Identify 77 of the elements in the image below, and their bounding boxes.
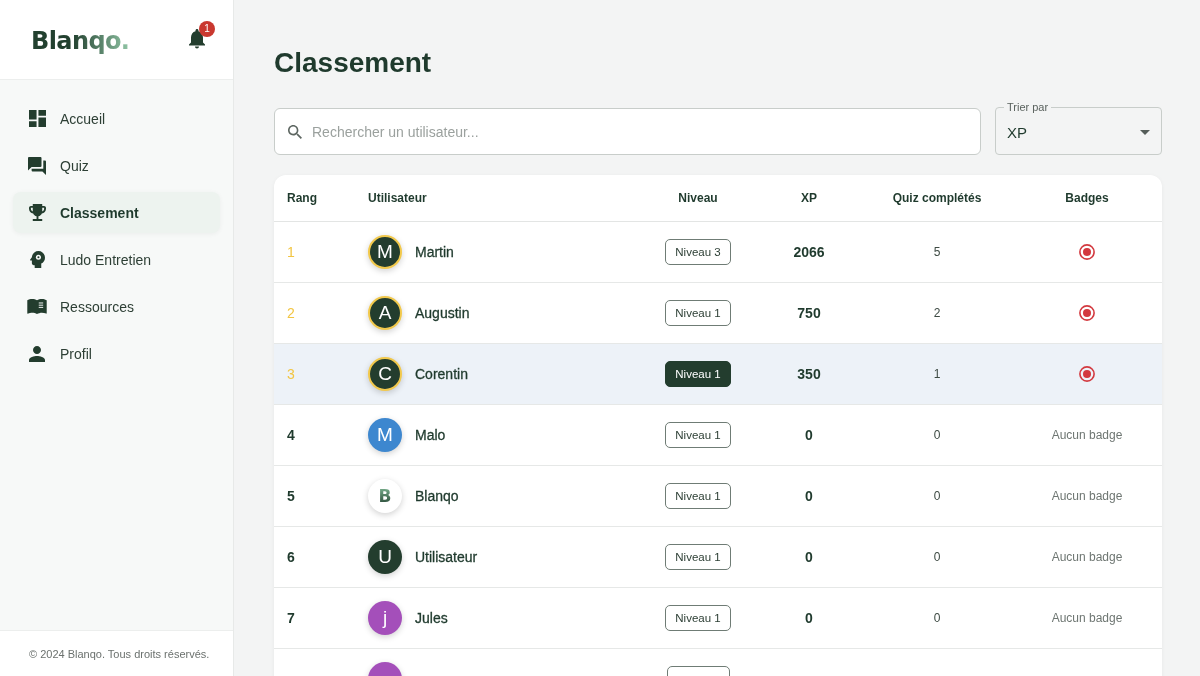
search-field[interactable]: Rechercher un utilisateur... bbox=[274, 108, 981, 155]
user-name: Augustin bbox=[415, 305, 470, 321]
rank-text: 7 bbox=[287, 610, 295, 626]
user-avatar: C bbox=[368, 357, 402, 391]
column-header: Niveau bbox=[678, 191, 718, 205]
book-icon bbox=[27, 299, 47, 314]
quiz-count: 2 bbox=[933, 306, 941, 320]
xp-value: 2066 bbox=[793, 244, 825, 260]
person-icon bbox=[29, 345, 45, 362]
quiz-count: 0 bbox=[933, 428, 941, 442]
chat-bubbles-icon bbox=[28, 156, 46, 175]
level-tag: Niveau 1 bbox=[665, 361, 731, 387]
no-badge-text: Aucun badge bbox=[1051, 550, 1123, 564]
search-icon bbox=[288, 124, 302, 139]
nav-item[interactable]: Profil bbox=[13, 333, 220, 374]
nav-item[interactable]: Ressources bbox=[13, 286, 220, 327]
column-header: Badges bbox=[1065, 191, 1109, 205]
bell-icon bbox=[189, 29, 205, 49]
nav-item[interactable]: Accueil bbox=[13, 98, 220, 139]
no-badge-text: Aucun badge bbox=[1051, 489, 1123, 503]
copyright-text: © 2024 Blanqo. Tous droits réservés. bbox=[29, 647, 210, 660]
quiz-count: 5 bbox=[933, 245, 941, 259]
target-icon bbox=[1079, 244, 1095, 260]
rank-text: 2 bbox=[287, 305, 295, 321]
user-name: Utilisateur bbox=[415, 549, 478, 565]
no-badge-text: Aucun badge bbox=[1051, 611, 1123, 625]
target-icon bbox=[1079, 305, 1095, 321]
xp-value: 350 bbox=[797, 366, 821, 382]
quiz-count: 0 bbox=[933, 550, 941, 564]
rank-text: 1 bbox=[287, 244, 295, 260]
sort-label: Trier par bbox=[1006, 102, 1050, 113]
user-avatar: M bbox=[368, 418, 402, 452]
trophy-icon bbox=[28, 204, 46, 221]
quiz-count: 1 bbox=[933, 367, 941, 381]
quiz-count: 0 bbox=[933, 611, 941, 625]
quiz-count: 0 bbox=[933, 489, 941, 503]
nav-item[interactable]: Quiz bbox=[13, 145, 220, 186]
caret-icon bbox=[1140, 130, 1150, 135]
level-tag: Niveau 1 bbox=[665, 422, 731, 448]
no-badge-text: Aucun badge bbox=[1051, 428, 1123, 442]
user-avatar: M bbox=[368, 235, 402, 269]
column-header: Rang bbox=[287, 191, 317, 205]
rank-text: 6 bbox=[287, 549, 295, 565]
xp-value: 750 bbox=[797, 305, 821, 321]
rank-text: 3 bbox=[287, 366, 295, 382]
rank-text: 4 bbox=[287, 427, 295, 443]
column-header: Utilisateur bbox=[368, 191, 427, 205]
column-header: XP bbox=[801, 191, 817, 205]
target-icon bbox=[1079, 366, 1095, 382]
dashboard-icon bbox=[28, 110, 46, 127]
user-avatar: B bbox=[368, 479, 402, 513]
level-tag: Niveau 3 bbox=[665, 239, 731, 265]
level-tag: Niveau 1 bbox=[665, 483, 731, 509]
level-tag: Niveau 1 bbox=[665, 300, 731, 326]
head-icon bbox=[29, 251, 45, 268]
user-avatar: U bbox=[368, 540, 402, 574]
notifications-button[interactable]: 1 bbox=[187, 20, 215, 49]
user-name: Corentin bbox=[415, 366, 468, 382]
xp-value: 0 bbox=[805, 488, 813, 504]
xp-value: 0 bbox=[805, 549, 813, 565]
nav-item[interactable]: Classement bbox=[13, 192, 220, 233]
user-avatar: j bbox=[368, 601, 402, 635]
nav-item[interactable]: Ludo Entretien bbox=[13, 239, 220, 280]
user-name: Martin bbox=[415, 244, 454, 260]
column-header: Quiz complétés bbox=[892, 191, 982, 205]
xp-value: 0 bbox=[805, 610, 813, 626]
level-tag: Niveau 1 bbox=[665, 605, 731, 631]
user-avatar: A bbox=[368, 296, 402, 330]
sort-select[interactable]: Trier par XP bbox=[995, 102, 1162, 155]
user-name: Blanqo bbox=[415, 488, 459, 504]
xp-value: 0 bbox=[805, 427, 813, 443]
level-tag: Niveau 1 bbox=[665, 544, 731, 570]
page-title: Classement bbox=[274, 46, 433, 80]
notification-count: 1 bbox=[199, 20, 215, 37]
rank-text: 5 bbox=[287, 488, 295, 504]
user-name: Jules bbox=[415, 610, 448, 626]
user-name: Malo bbox=[415, 427, 446, 443]
